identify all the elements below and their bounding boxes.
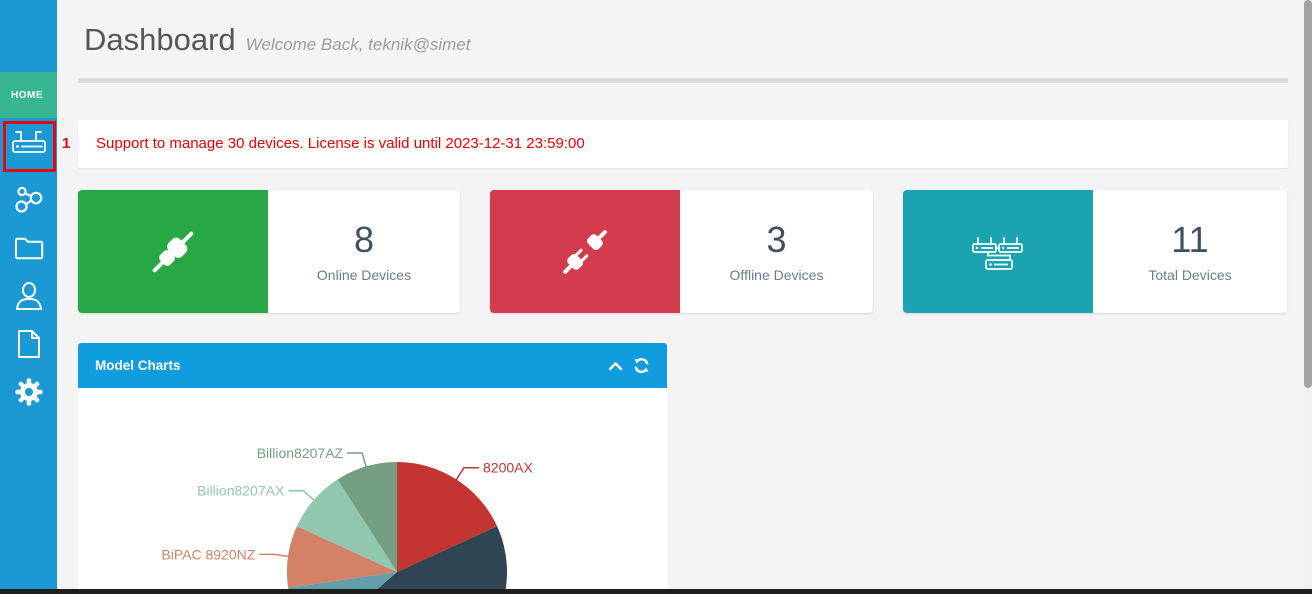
model-pie-chart: 8200AX BiPAC 8920NZ Billion8207AX Billion82… [78,388,667,589]
scrollbar-thumb[interactable] [1304,0,1312,388]
pie-label-line [456,468,479,481]
model-charts-title: Model Charts [78,358,608,373]
refresh-icon[interactable] [634,358,649,373]
total-devices-label: Total Devices [1148,267,1231,283]
page-header: Dashboard Welcome Back, teknik@simet [84,22,470,58]
sidebar-nav [0,178,57,418]
network-devices-icon [903,190,1093,313]
share-nodes-icon [14,185,44,220]
vertical-scrollbar [1304,0,1312,594]
sidebar: HOME [0,0,57,589]
sidebar-item-users[interactable] [0,274,57,322]
online-devices-count: 8 [354,220,374,260]
gear-icon [14,377,44,412]
sidebar-item-settings[interactable] [0,370,57,418]
dashboard-page: HOME [0,0,1312,594]
total-devices-count: 11 [1171,220,1208,260]
plug-disconnected-icon [490,190,680,313]
folder-icon [14,236,44,265]
sidebar-item-home[interactable]: HOME [0,72,57,118]
online-devices-label: Online Devices [317,267,411,283]
model-charts-panel-header: Model Charts [78,343,667,388]
sidebar-item-reports[interactable] [0,322,57,370]
sidebar-logo-space [0,0,57,72]
offline-devices-card: 3 Offline Devices [490,190,873,313]
annotation-box-1 [3,121,56,172]
page-subtitle: Welcome Back, teknik@simet [246,35,471,55]
offline-devices-stat: 3 Offline Devices [680,190,873,313]
home-label: HOME [11,90,43,101]
pie-slice-label: BiPAC 8920NZ [161,546,255,562]
sidebar-item-topology[interactable] [0,178,57,226]
offline-devices-label: Offline Devices [730,267,824,283]
online-devices-card: 8 Online Devices [78,190,460,313]
pie-label-line [288,491,314,501]
pie-label-line [259,554,289,556]
total-devices-card: 11 Total Devices [903,190,1287,313]
online-devices-stat: 8 Online Devices [268,190,460,313]
total-devices-stat: 11 Total Devices [1093,190,1287,313]
model-charts-panel-body: 8200AX BiPAC 8920NZ Billion8207AX Billion82… [78,388,667,589]
file-icon [16,329,42,364]
annotation-label-1: 1 [62,135,70,152]
page-title: Dashboard [84,22,236,58]
user-icon [15,281,43,316]
panel-tools [608,358,667,373]
pie-slice-label: Billion8207AZ [257,445,344,461]
license-alert: Support to manage 30 devices. License is… [78,120,1288,168]
plug-connected-icon [78,190,268,313]
pie-slice-label: 8200AX [483,460,533,476]
license-alert-text: Support to manage 30 devices. License is… [78,120,1288,168]
header-divider [78,78,1288,83]
pie-slice-label: Billion8207AX [197,483,285,499]
window-bottom-edge [0,589,1312,594]
offline-devices-count: 3 [766,220,786,260]
pie-label-line [347,453,366,467]
collapse-up-icon[interactable] [608,361,623,371]
sidebar-item-files[interactable] [0,226,57,274]
